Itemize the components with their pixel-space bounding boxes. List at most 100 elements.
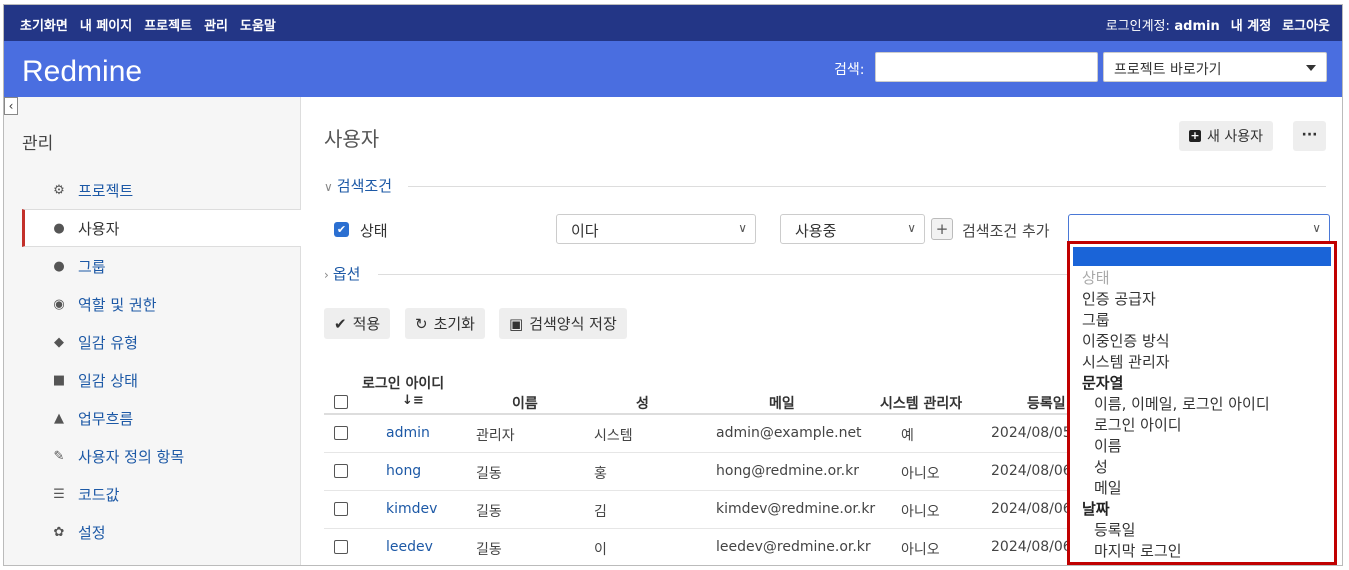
dropdown-option[interactable]: 이름 [1094,435,1122,456]
add-filter-label: 검색조건 추가 [962,222,1050,240]
dropdown-selected-option[interactable] [1073,247,1331,266]
filter-value-select[interactable]: 사용중 ∨ [780,214,925,244]
pencil-square-icon: ✎ [53,448,65,464]
filter-operator-select[interactable]: 이다 ∨ [556,214,756,244]
sort-desc-icon[interactable]: ↓≡ [402,393,424,408]
dropdown-option[interactable]: 등록일 [1094,519,1135,540]
logged-in-label: 로그인계정: [1105,19,1170,34]
select-all-checkbox[interactable] [334,395,348,409]
filters-divider [408,186,1326,187]
table-row: hong 길동 홍 hong@redmine.or.kr 아니오 2024/08/06 [324,453,1084,491]
sitemap-icon: ▲ [54,410,64,426]
menu-home[interactable]: 초기화면 [20,15,68,34]
search-label: 검색: [834,62,865,78]
header-mail[interactable]: 메일 [769,393,795,413]
cell-first: 길동 [476,504,502,520]
sidebar-item-label: 역할 및 권한 [78,295,157,314]
header-created[interactable]: 등록일 [1027,393,1066,413]
sidebar-item-label: 설정 [78,523,106,542]
options-divider [378,274,1068,275]
search-input[interactable] [875,52,1098,82]
brand-title[interactable]: Redmine [22,55,142,89]
dropdown-option[interactable]: 이름, 이메일, 로그인 아이디 [1094,393,1270,414]
filter-value-text: 사용중 [795,222,837,240]
dropdown-option[interactable]: 인증 공급자 [1082,288,1156,309]
cell-last: 홍 [594,466,607,482]
save-query-button[interactable]: ▣ 검색양식 저장 [499,308,627,339]
dropdown-option[interactable]: 성 [1094,456,1108,477]
logout-link[interactable]: 로그아웃 [1282,15,1330,34]
sidebar-item[interactable]: ◉ 역할 및 권한 [22,285,301,323]
plus-square-icon: + [1189,129,1201,142]
project-jump-select[interactable]: 프로젝트 바로가기 [1103,52,1327,82]
cell-mail: admin@example.net [716,425,862,441]
cell-login[interactable]: leedev [386,539,433,555]
apply-button[interactable]: ✔ 적용 [324,308,391,339]
dropdown-option[interactable]: 마지막 로그인 [1094,540,1182,561]
dropdown-option[interactable]: 시스템 관리자 [1082,351,1170,372]
reset-button[interactable]: ↻ 초기화 [405,308,485,339]
chevron-down-icon: ∨ [738,221,747,235]
top-menu: 초기화면 내 페이지 프로젝트 관리 도움말 로그인계정: admin 내 계정… [4,5,1342,41]
more-actions-button[interactable]: ··· [1293,121,1326,151]
menu-help[interactable]: 도움말 [240,15,276,34]
options-legend[interactable]: › 옵션 [324,263,360,284]
sidebar: ‹ 관리 ⚙ 프로젝트 ● 사용자 ● 그룹 ◉ 역할 및 권한 ◆ 일감 유형 ■ 일감 상태 ▲ 업무… [4,97,301,565]
sidebar-item[interactable]: ▲ 업무흐름 [22,399,301,437]
cell-created: 2024/08/05 [991,425,1072,441]
menu-admin[interactable]: 관리 [204,15,228,34]
sidebar-item[interactable]: ⚙ 프로젝트 [22,171,301,209]
tag-icon: ◆ [54,334,64,350]
sidebar-item[interactable]: ◆ 일감 유형 [22,323,301,361]
table-row: leedev 길동 이 leedev@redmine.or.kr 아니오 2024/08/… [324,529,1084,565]
cell-last: 김 [594,504,607,520]
header-first-name[interactable]: 이름 [512,393,538,413]
logged-in-user[interactable]: admin [1174,19,1219,34]
page-title: 사용자 [324,127,380,151]
header-admin[interactable]: 시스템 관리자 [880,393,962,413]
sidebar-item[interactable]: ☰ 코드값 [22,475,301,513]
add-filter-select[interactable]: ∨ [1068,214,1330,244]
header-last-name[interactable]: 성 [636,393,649,413]
my-account-link[interactable]: 내 계정 [1231,15,1271,34]
row-checkbox[interactable] [334,426,348,440]
sidebar-item[interactable]: ✎ 사용자 정의 항목 [22,437,301,475]
filters-legend-label: 검색조건 [336,177,392,195]
sidebar-item[interactable]: ✿ 설정 [22,513,301,551]
row-checkbox[interactable] [334,464,348,478]
dropdown-option[interactable]: 로그인 아이디 [1094,414,1182,435]
refresh-icon: ↻ [415,314,428,333]
filters-legend[interactable]: ∨ 검색조건 [324,175,392,196]
dropdown-group-label: 날짜 [1082,500,1110,518]
cell-login[interactable]: kimdev [386,501,437,517]
reset-label: 초기화 [433,315,475,333]
cell-admin: 아니오 [901,542,940,558]
sidebar-item[interactable]: ● 그룹 [22,247,301,285]
menu-projects[interactable]: 프로젝트 [144,15,192,34]
table-row: kimdev 길동 김 kimdev@redmine.or.kr 아니오 2024/08/… [324,491,1084,529]
menu-my-page[interactable]: 내 페이지 [80,15,132,34]
header: Redmine 검색: 프로젝트 바로가기 [4,41,1342,97]
filter-status-checkbox[interactable]: ✔ [334,222,349,237]
group-icon: ● [53,258,65,274]
project-jump-label: 프로젝트 바로가기 [1114,62,1222,78]
dropdown-option[interactable]: 그룹 [1082,309,1110,330]
row-checkbox[interactable] [334,502,348,516]
collapse-sidebar-icon[interactable]: ‹ [4,97,18,115]
sidebar-item[interactable]: ● 사용자 [22,209,301,247]
sidebar-item-label: 사용자 [78,219,120,238]
cell-login[interactable]: admin [386,425,430,441]
cell-login[interactable]: hong [386,463,421,479]
row-checkbox[interactable] [334,540,348,554]
dropdown-option[interactable]: 메일 [1094,477,1122,498]
cell-admin: 아니오 [901,466,940,482]
chevron-down-icon: ∨ [907,221,916,235]
dropdown-option[interactable]: 이중인증 방식 [1082,330,1170,351]
cell-created: 2024/08/06 [991,539,1072,555]
add-value-button[interactable]: + [931,218,953,240]
cell-last: 이 [594,542,607,558]
new-user-button[interactable]: + 새 사용자 [1179,121,1273,151]
sidebar-item[interactable]: ■ 일감 상태 [22,361,301,399]
header-login[interactable]: 로그인 아이디 [362,373,444,393]
cell-created: 2024/08/06 [991,463,1072,479]
